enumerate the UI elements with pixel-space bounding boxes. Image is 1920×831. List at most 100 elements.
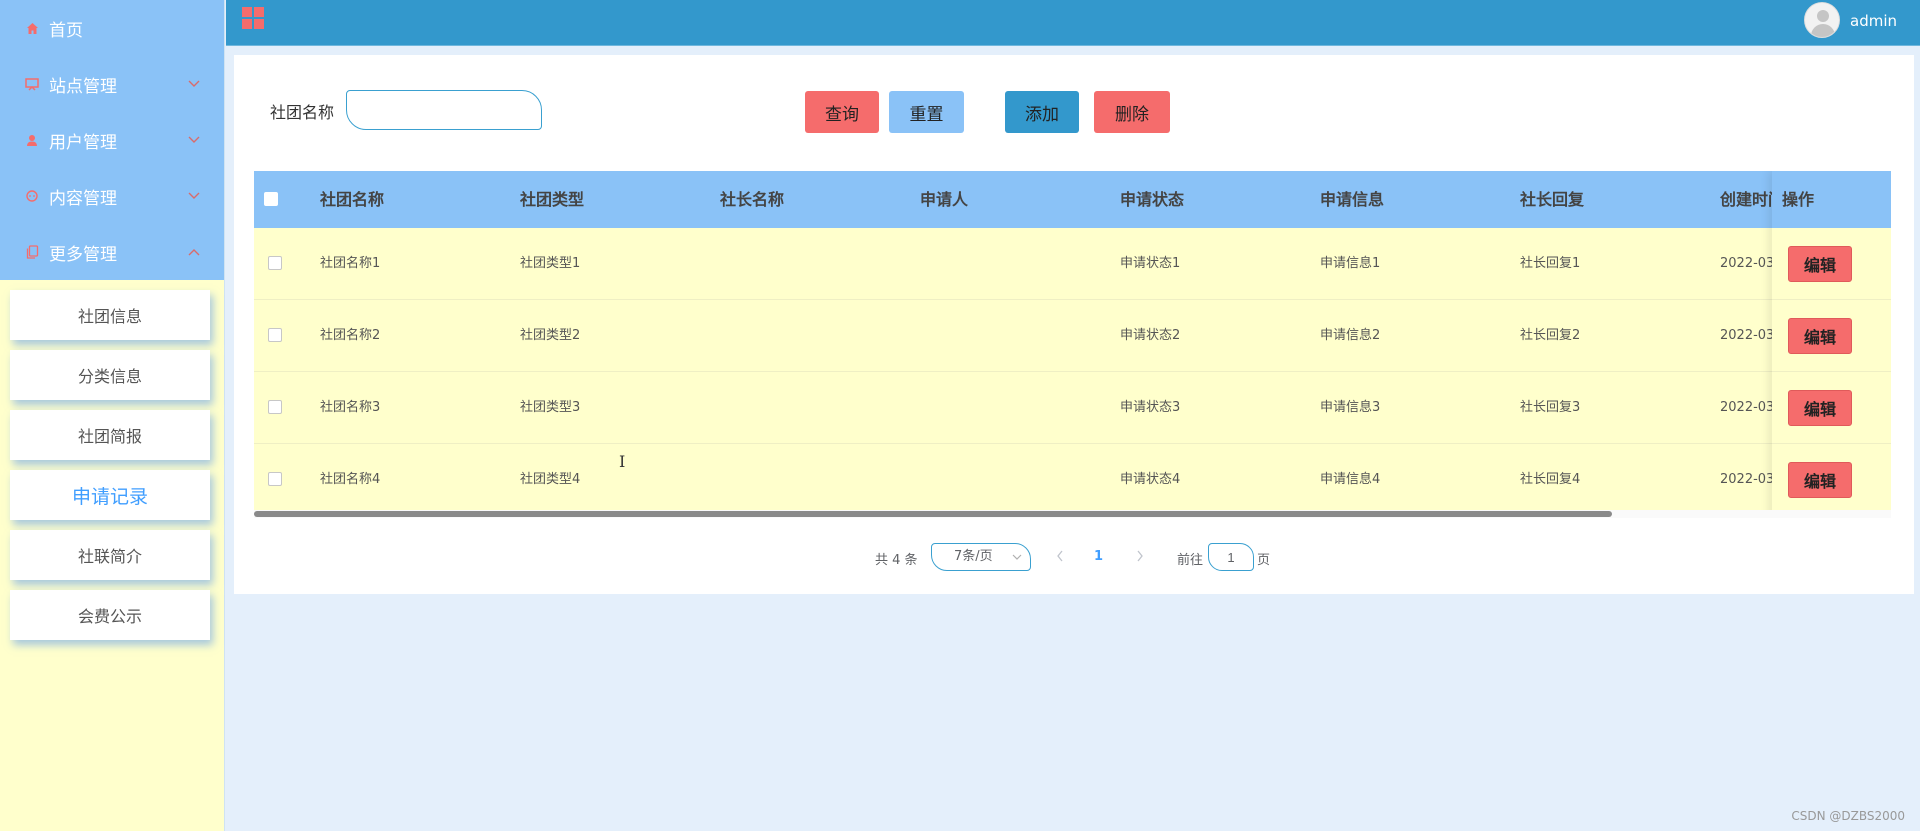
operations-cell: 编辑 (1772, 300, 1891, 372)
add-button[interactable]: 添加 (1005, 91, 1079, 133)
cell-application-info: 申请信息4 (1320, 472, 1381, 487)
cell-application-status: 申请状态2 (1120, 328, 1181, 343)
delete-button[interactable]: 删除 (1094, 91, 1170, 133)
column-header-president-reply[interactable]: 社长回复 (1520, 171, 1584, 228)
text-cursor-icon: I (619, 452, 626, 471)
menu-item-site-management[interactable]: 站点管理 (0, 56, 224, 112)
page-size-select[interactable]: 7条/页 (931, 543, 1031, 571)
goto-page-input[interactable] (1208, 543, 1254, 571)
records-table: 社团名称 社团类型 社长名称 申请人 申请状态 申请信息 社长回复 创建时间 社… (254, 171, 1891, 518)
column-header-created-time[interactable]: 创建时间 (1720, 171, 1772, 228)
column-header-club-name[interactable]: 社团名称 (320, 171, 384, 228)
menu-item-content-management[interactable]: 内容管理 (0, 168, 224, 224)
operations-cell: 编辑 (1772, 372, 1891, 444)
submenu-item-category-info[interactable]: 分类信息 (10, 350, 210, 400)
cell-president-reply: 社长回复3 (1520, 400, 1581, 415)
menu-item-label: 站点管理 (49, 76, 117, 97)
column-header-operations: 操作 (1772, 171, 1891, 228)
menu-item-label: 首页 (49, 20, 83, 41)
operations-header-label: 操作 (1782, 190, 1815, 209)
chevron-down-icon (188, 189, 200, 203)
scrollbar-thumb[interactable] (254, 511, 1612, 517)
cell-application-status: 申请状态1 (1120, 256, 1181, 271)
copy-icon (24, 244, 40, 260)
operations-cell: 编辑 (1772, 444, 1891, 516)
cell-application-status: 申请状态3 (1120, 400, 1181, 415)
next-page-icon[interactable] (1136, 548, 1144, 568)
monitor-icon (24, 76, 40, 92)
grid-icon[interactable] (242, 7, 264, 29)
avatar[interactable] (1804, 2, 1840, 38)
submenu-item-club-info[interactable]: 社团信息 (10, 290, 210, 340)
query-button[interactable]: 查询 (805, 91, 879, 133)
cell-application-status: 申请状态4 (1120, 472, 1181, 487)
edit-button[interactable]: 编辑 (1788, 462, 1852, 498)
menu-item-label: 更多管理 (49, 244, 117, 265)
total-count: 共 4 条 (875, 553, 918, 568)
cell-application-info: 申请信息3 (1320, 400, 1381, 415)
table-row: 社团名称3 社团类型3 申请状态3 申请信息3 社长回复3 2022-03- (254, 372, 1891, 444)
sidebar: 首页 站点管理 用户管理 内容管理 更多管理 社团信息 分类信息 社团简报 申请… (0, 0, 225, 831)
cell-created-time: 2022-03- (1720, 472, 1772, 487)
page-suffix-label: 页 (1257, 553, 1271, 568)
sidebar-menu: 首页 站点管理 用户管理 内容管理 更多管理 (0, 0, 224, 280)
page-number[interactable]: 1 (1094, 549, 1103, 564)
table-row: 社团名称1 社团类型1 申请状态1 申请信息1 社长回复1 2022-03- (254, 228, 1891, 300)
chevron-down-icon (188, 133, 200, 147)
submenu-item-club-brief[interactable]: 社团简报 (10, 410, 210, 460)
reset-button[interactable]: 重置 (889, 91, 964, 133)
chevron-down-icon (188, 77, 200, 91)
submenu: 社团信息 分类信息 社团简报 申请记录 社联简介 会费公示 (0, 280, 224, 640)
column-header-application-info[interactable]: 申请信息 (1320, 171, 1384, 228)
cell-club-type: 社团类型1 (520, 256, 581, 271)
club-name-search-input[interactable] (346, 90, 542, 130)
menu-item-user-management[interactable]: 用户管理 (0, 112, 224, 168)
top-header: admin (226, 0, 1920, 46)
cell-created-time: 2022-03- (1720, 328, 1772, 343)
prev-page-icon[interactable] (1056, 548, 1064, 568)
submenu-item-fee-notice[interactable]: 会费公示 (10, 590, 210, 640)
edit-button[interactable]: 编辑 (1788, 246, 1852, 282)
cell-application-info: 申请信息2 (1320, 328, 1381, 343)
cell-club-type: 社团类型3 (520, 400, 581, 415)
submenu-item-union-intro[interactable]: 社联简介 (10, 530, 210, 580)
menu-item-home[interactable]: 首页 (0, 0, 224, 56)
chevron-up-icon (188, 245, 200, 259)
cell-club-name: 社团名称1 (320, 256, 381, 271)
cell-created-time: 2022-03- (1720, 256, 1772, 271)
table-row: 社团名称2 社团类型2 申请状态2 申请信息2 社长回复2 2022-03- (254, 300, 1891, 372)
column-header-application-status[interactable]: 申请状态 (1120, 171, 1184, 228)
cell-club-name: 社团名称2 (320, 328, 381, 343)
menu-item-more-management[interactable]: 更多管理 (0, 224, 224, 280)
pagination: 共 4 条 7条/页 1 前往 页 (234, 543, 1914, 573)
operations-column: 操作 编辑 编辑 编辑 编辑 (1772, 171, 1891, 518)
cell-club-name: 社团名称4 (320, 472, 381, 487)
row-checkbox[interactable] (268, 256, 282, 270)
submenu-item-application-records[interactable]: 申请记录 (10, 470, 210, 520)
home-icon (24, 20, 40, 36)
row-checkbox[interactable] (268, 328, 282, 342)
main-panel: 社团名称 查询 重置 添加 删除 社团名称 社团类型 社长名称 申请人 申请状态… (234, 55, 1914, 594)
cell-application-info: 申请信息1 (1320, 256, 1381, 271)
goto-label: 前往 (1177, 553, 1204, 568)
username[interactable]: admin (1850, 12, 1897, 30)
cell-club-type: 社团类型4 (520, 472, 581, 487)
horizontal-scrollbar[interactable] (254, 510, 1891, 518)
cell-created-time: 2022-03- (1720, 400, 1772, 415)
operations-cell: 编辑 (1772, 228, 1891, 300)
column-header-club-type[interactable]: 社团类型 (520, 171, 584, 228)
edit-button[interactable]: 编辑 (1788, 390, 1852, 426)
select-all-checkbox[interactable] (264, 192, 278, 206)
table-row: 社团名称4 社团类型4 申请状态4 申请信息4 社长回复4 2022-03- (254, 444, 1891, 516)
cell-club-name: 社团名称3 (320, 400, 381, 415)
watermark: CSDN @DZBS2000 (1791, 809, 1905, 823)
column-header-president-name[interactable]: 社长名称 (720, 171, 784, 228)
row-checkbox[interactable] (268, 400, 282, 414)
row-checkbox[interactable] (268, 472, 282, 486)
table-header: 社团名称 社团类型 社长名称 申请人 申请状态 申请信息 社长回复 创建时间 (254, 171, 1891, 228)
menu-item-label: 内容管理 (49, 188, 117, 209)
column-header-applicant[interactable]: 申请人 (920, 171, 968, 228)
edit-button[interactable]: 编辑 (1788, 318, 1852, 354)
cell-president-reply: 社长回复1 (1520, 256, 1581, 271)
user-icon (24, 132, 40, 148)
